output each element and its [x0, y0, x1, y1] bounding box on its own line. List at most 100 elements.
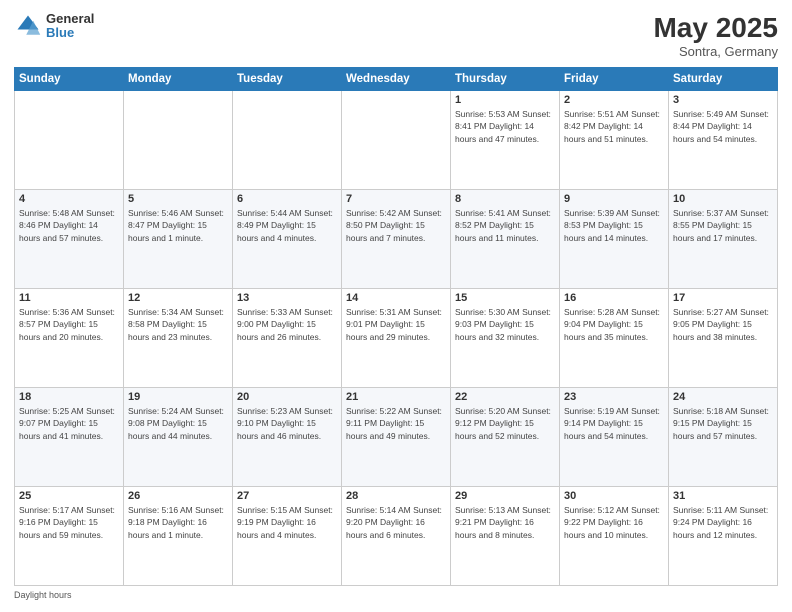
day-info: Sunrise: 5:25 AM Sunset: 9:07 PM Dayligh… [19, 405, 119, 442]
day-number: 31 [673, 490, 773, 502]
day-number: 20 [237, 391, 337, 403]
day-info: Sunrise: 5:34 AM Sunset: 8:58 PM Dayligh… [128, 306, 228, 343]
logo-general-text: General [46, 12, 94, 26]
day-info: Sunrise: 5:27 AM Sunset: 9:05 PM Dayligh… [673, 306, 773, 343]
calendar-cell-w4-d1: 19Sunrise: 5:24 AM Sunset: 9:08 PM Dayli… [124, 388, 233, 487]
calendar-cell-w5-d4: 29 Sunrise: 5:13 AM Sunset: 9:21 PM Dayli… [451, 487, 560, 586]
day-number: 27 [237, 490, 337, 502]
footer-note: Daylight hours [14, 590, 778, 600]
day-info: Sunrise: 5:42 AM Sunset: 8:50 PM Dayligh… [346, 207, 446, 244]
calendar-cell-w4-d6: 24 Sunrise: 5:18 AM Sunset: 9:15 PM Dayli… [669, 388, 778, 487]
day-number: 12 [128, 292, 228, 304]
day-number: 11 [19, 292, 119, 304]
calendar-week-2: 4 Sunrise: 5:48 AM Sunset: 8:46 PM Daylig… [15, 190, 778, 289]
day-number: 6 [237, 193, 337, 205]
calendar-cell-w2-d6: 10Sunrise: 5:37 AM Sunset: 8:55 PM Dayli… [669, 190, 778, 289]
day-number: 4 [19, 193, 119, 205]
title-location: Sontra, Germany [653, 44, 778, 59]
calendar-cell-w3-d2: 13 Sunrise: 5:33 AM Sunset: 9:00 PM Dayli… [233, 289, 342, 388]
col-friday: Friday [560, 68, 669, 91]
day-info: Sunrise: 5:49 AM Sunset: 8:44 PM Dayligh… [673, 108, 773, 145]
col-thursday: Thursday [451, 68, 560, 91]
calendar-cell-w5-d5: 30 Sunrise: 5:12 AM Sunset: 9:22 PM Dayli… [560, 487, 669, 586]
calendar-cell-w1-d4: 1 Sunrise: 5:53 AM Sunset: 8:41 PM Daylig… [451, 91, 560, 190]
day-number: 25 [19, 490, 119, 502]
calendar-cell-w1-d5: 2 Sunrise: 5:51 AM Sunset: 8:42 PM Daylig… [560, 91, 669, 190]
day-number: 30 [564, 490, 664, 502]
calendar-cell-w2-d1: 5 Sunrise: 5:46 AM Sunset: 8:47 PM Daylig… [124, 190, 233, 289]
day-info: Sunrise: 5:41 AM Sunset: 8:52 PM Dayligh… [455, 207, 555, 244]
calendar-week-3: 11 Sunrise: 5:36 AM Sunset: 8:57 PM Dayli… [15, 289, 778, 388]
day-number: 8 [455, 193, 555, 205]
day-number: 24 [673, 391, 773, 403]
day-info: Sunrise: 5:20 AM Sunset: 9:12 PM Dayligh… [455, 405, 555, 442]
day-number: 13 [237, 292, 337, 304]
day-info: Sunrise: 5:16 AM Sunset: 9:18 PM Dayligh… [128, 504, 228, 541]
day-number: 15 [455, 292, 555, 304]
calendar-cell-w4-d0: 18 Sunrise: 5:25 AM Sunset: 9:07 PM Dayli… [15, 388, 124, 487]
day-number: 5 [128, 193, 228, 205]
day-number: 16 [564, 292, 664, 304]
calendar-week-1: 1 Sunrise: 5:53 AM Sunset: 8:41 PM Daylig… [15, 91, 778, 190]
day-info: Sunrise: 5:11 AM Sunset: 9:24 PM Dayligh… [673, 504, 773, 541]
day-info: Sunrise: 5:22 AM Sunset: 9:11 PM Dayligh… [346, 405, 446, 442]
calendar-cell-w4-d5: 23Sunrise: 5:19 AM Sunset: 9:14 PM Dayli… [560, 388, 669, 487]
calendar-cell-w5-d3: 28Sunrise: 5:14 AM Sunset: 9:20 PM Dayli… [342, 487, 451, 586]
day-number: 17 [673, 292, 773, 304]
calendar-cell-w5-d1: 26 Sunrise: 5:16 AM Sunset: 9:18 PM Dayli… [124, 487, 233, 586]
calendar-cell-w5-d0: 25 Sunrise: 5:17 AM Sunset: 9:16 PM Dayli… [15, 487, 124, 586]
title-block: May 2025 Sontra, Germany [653, 12, 778, 59]
day-number: 22 [455, 391, 555, 403]
day-info: Sunrise: 5:31 AM Sunset: 9:01 PM Dayligh… [346, 306, 446, 343]
calendar-cell-w4-d4: 22 Sunrise: 5:20 AM Sunset: 9:12 PM Dayli… [451, 388, 560, 487]
logo-icon [14, 12, 42, 40]
col-sunday: Sunday [15, 68, 124, 91]
col-saturday: Saturday [669, 68, 778, 91]
day-info: Sunrise: 5:48 AM Sunset: 8:46 PM Dayligh… [19, 207, 119, 244]
day-info: Sunrise: 5:17 AM Sunset: 9:16 PM Dayligh… [19, 504, 119, 541]
calendar-cell-w5-d2: 27Sunrise: 5:15 AM Sunset: 9:19 PM Dayli… [233, 487, 342, 586]
day-info: Sunrise: 5:14 AM Sunset: 9:20 PM Dayligh… [346, 504, 446, 541]
calendar-cell-w3-d0: 11 Sunrise: 5:36 AM Sunset: 8:57 PM Dayli… [15, 289, 124, 388]
logo-blue-text: Blue [46, 26, 94, 40]
calendar-cell-w3-d1: 12 Sunrise: 5:34 AM Sunset: 8:58 PM Dayli… [124, 289, 233, 388]
day-info: Sunrise: 5:37 AM Sunset: 8:55 PM Dayligh… [673, 207, 773, 244]
calendar-cell-w2-d0: 4 Sunrise: 5:48 AM Sunset: 8:46 PM Daylig… [15, 190, 124, 289]
day-info: Sunrise: 5:13 AM Sunset: 9:21 PM Dayligh… [455, 504, 555, 541]
calendar-cell-w2-d3: 7Sunrise: 5:42 AM Sunset: 8:50 PM Daylig… [342, 190, 451, 289]
calendar-cell-w5-d6: 31 Sunrise: 5:11 AM Sunset: 9:24 PM Dayli… [669, 487, 778, 586]
day-info: Sunrise: 5:53 AM Sunset: 8:41 PM Dayligh… [455, 108, 555, 145]
day-number: 29 [455, 490, 555, 502]
day-info: Sunrise: 5:36 AM Sunset: 8:57 PM Dayligh… [19, 306, 119, 343]
calendar-cell-w1-d0 [15, 91, 124, 190]
day-info: Sunrise: 5:24 AM Sunset: 9:08 PM Dayligh… [128, 405, 228, 442]
day-number: 1 [455, 94, 555, 106]
day-info: Sunrise: 5:39 AM Sunset: 8:53 PM Dayligh… [564, 207, 664, 244]
day-info: Sunrise: 5:46 AM Sunset: 8:47 PM Dayligh… [128, 207, 228, 244]
header: General Blue May 2025 Sontra, Germany [14, 12, 778, 59]
calendar-table: Sunday Monday Tuesday Wednesday Thursday… [14, 67, 778, 586]
calendar-cell-w1-d6: 3 Sunrise: 5:49 AM Sunset: 8:44 PM Daylig… [669, 91, 778, 190]
day-number: 14 [346, 292, 446, 304]
page: General Blue May 2025 Sontra, Germany Su… [0, 0, 792, 612]
day-info: Sunrise: 5:28 AM Sunset: 9:04 PM Dayligh… [564, 306, 664, 343]
calendar-cell-w2-d2: 6Sunrise: 5:44 AM Sunset: 8:49 PM Daylig… [233, 190, 342, 289]
calendar-cell-w1-d3 [342, 91, 451, 190]
day-info: Sunrise: 5:12 AM Sunset: 9:22 PM Dayligh… [564, 504, 664, 541]
day-number: 3 [673, 94, 773, 106]
day-info: Sunrise: 5:33 AM Sunset: 9:00 PM Dayligh… [237, 306, 337, 343]
calendar-week-5: 25 Sunrise: 5:17 AM Sunset: 9:16 PM Dayli… [15, 487, 778, 586]
calendar-cell-w2-d5: 9Sunrise: 5:39 AM Sunset: 8:53 PM Daylig… [560, 190, 669, 289]
calendar-week-4: 18 Sunrise: 5:25 AM Sunset: 9:07 PM Dayli… [15, 388, 778, 487]
calendar-cell-w1-d1 [124, 91, 233, 190]
calendar-header-row: Sunday Monday Tuesday Wednesday Thursday… [15, 68, 778, 91]
day-number: 26 [128, 490, 228, 502]
day-number: 2 [564, 94, 664, 106]
title-month: May 2025 [653, 12, 778, 44]
day-info: Sunrise: 5:51 AM Sunset: 8:42 PM Dayligh… [564, 108, 664, 145]
day-info: Sunrise: 5:23 AM Sunset: 9:10 PM Dayligh… [237, 405, 337, 442]
day-number: 23 [564, 391, 664, 403]
day-number: 18 [19, 391, 119, 403]
logo: General Blue [14, 12, 94, 41]
day-info: Sunrise: 5:18 AM Sunset: 9:15 PM Dayligh… [673, 405, 773, 442]
